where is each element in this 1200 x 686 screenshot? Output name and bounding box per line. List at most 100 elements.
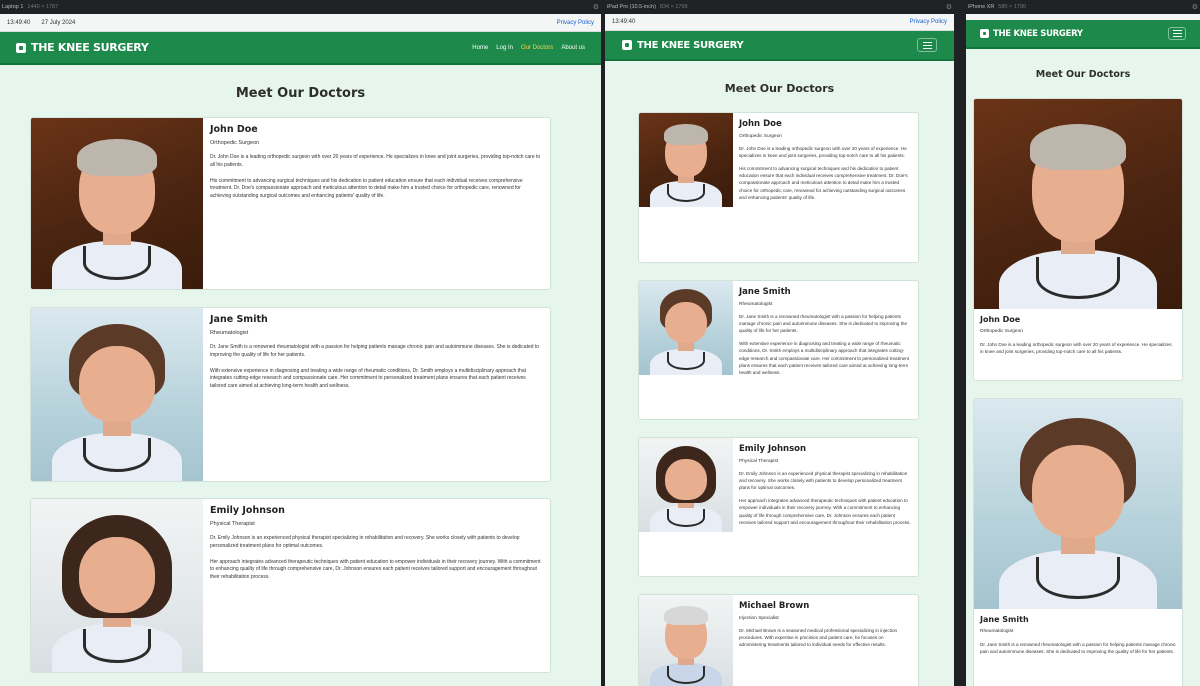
hamburger-menu-icon[interactable]	[917, 38, 937, 52]
doctor-photo	[974, 99, 1182, 309]
privacy-policy-link[interactable]: Privacy Policy	[910, 19, 947, 25]
doctor-card-michael-brown: Michael Brown Injection Specialist Dr. M…	[638, 594, 919, 686]
doctor-bio-detail: With extensive experience in diagnosing …	[210, 367, 527, 390]
frame-label: iPad Pro (10.5-inch) 834 × 1799 ⚙	[605, 0, 954, 14]
doctor-photo	[639, 113, 733, 207]
doctor-bio-detail: His commitment to advancing surgical tec…	[210, 177, 523, 200]
doctor-bio-intro: Dr. Jane Smith is a renowned rheumatolog…	[210, 344, 540, 358]
knee-logo-icon	[980, 29, 989, 38]
doctor-info: Jane Smith Rheumatologist Dr. Jane Smith…	[974, 609, 1182, 661]
doctor-photo	[639, 595, 733, 686]
doctor-bio-intro: Dr. Michael Brown is a seasoned medical …	[739, 628, 898, 648]
brand-name: THE KNEE SURGERY	[993, 28, 1083, 39]
doctor-bio-intro: Dr. Jane Smith is a renowned rheumatolog…	[980, 642, 1176, 655]
main-navbar: THE KNEE SURGERY Home Log In Our Doctors…	[0, 32, 601, 65]
doctor-card-emily-johnson: Emily Johnson Physical Therapist Dr. Emi…	[30, 498, 551, 673]
brand-logo[interactable]: THE KNEE SURGERY	[622, 39, 744, 51]
brand-name: THE KNEE SURGERY	[31, 41, 149, 54]
doctor-info: Michael Brown Injection Specialist Dr. M…	[733, 595, 918, 686]
frame-label: Laptop 1 1440 × 1787 ⚙	[0, 0, 601, 14]
doctor-card-jane-smith: Jane Smith Rheumatologist Dr. Jane Smith…	[30, 307, 551, 482]
frame-size: 1440 × 1787	[27, 4, 59, 10]
doctor-info: Jane Smith Rheumatologist Dr. Jane Smith…	[733, 281, 918, 419]
doctor-bio-detail: With extensive experience in diagnosing …	[739, 341, 910, 375]
page-title: Meet Our Doctors	[724, 82, 835, 95]
doctor-card-john-doe: John Doe Orthopedic Surgeon Dr. John Doe…	[973, 98, 1183, 381]
doctor-specialty: Rheumatologist	[210, 330, 249, 336]
doctor-photo	[974, 399, 1182, 609]
doctor-specialty: Rheumatologist	[739, 302, 773, 307]
main-navbar: THE KNEE SURGERY	[605, 31, 954, 61]
doctor-card-john-doe: John Doe Orthopedic Surgeon Dr. John Doe…	[30, 117, 551, 290]
doctor-bio-detail: Her approach integrates advanced therape…	[739, 498, 911, 525]
doctor-bio-intro: Dr. Emily Johnson is an experienced phys…	[739, 471, 908, 491]
doctor-specialty: Physical Therapist	[210, 521, 255, 527]
nav-login[interactable]: Log In	[496, 45, 513, 51]
doctor-info: John Doe Orthopedic Surgeon Dr. John Doe…	[203, 118, 550, 289]
doctor-specialty: Orthopedic Surgeon	[980, 329, 1023, 334]
doctor-name: Jane Smith	[210, 314, 268, 325]
laptop-frame: Laptop 1 1440 × 1787 ⚙ 13:49:40 27 July …	[0, 0, 601, 686]
doctor-photo	[639, 281, 733, 375]
doctor-photo	[31, 308, 203, 481]
brand-logo[interactable]: THE KNEE SURGERY	[16, 41, 149, 54]
clock-time: 13:49:40	[612, 19, 636, 25]
doctor-info: Jane Smith Rheumatologist Dr. Jane Smith…	[203, 308, 550, 481]
tablet-frame: iPad Pro (10.5-inch) 834 × 1799 ⚙ 13:49:…	[605, 0, 954, 686]
phone-screen: THE KNEE SURGERY Meet Our Doctors John D…	[966, 14, 1200, 686]
doctor-bio-intro: Dr. Emily Johnson is an experienced phys…	[210, 535, 520, 549]
knee-logo-icon	[622, 40, 632, 50]
nav-our-doctors[interactable]: Our Doctors	[521, 45, 553, 51]
frame-name: iPhone XR	[968, 4, 995, 10]
frame-name: iPad Pro (10.5-inch)	[607, 4, 656, 10]
doctor-specialty: Injection Specialist	[739, 616, 779, 621]
nav-about-us[interactable]: About us	[561, 45, 585, 51]
current-date: 27 July 2024	[41, 19, 76, 26]
doctor-info: John Doe Orthopedic Surgeon Dr. John Doe…	[733, 113, 918, 262]
doctor-name: Jane Smith	[980, 615, 1029, 624]
clock-time: 13:49:40	[7, 19, 31, 26]
doctor-name: Michael Brown	[739, 601, 810, 611]
doctor-bio-detail: His commitment to advancing surgical tec…	[739, 166, 908, 200]
nav-home[interactable]: Home	[472, 45, 488, 51]
frame-size: 580 × 1790	[998, 4, 1026, 10]
knee-logo-icon	[16, 42, 26, 53]
doctor-specialty: Physical Therapist	[739, 459, 779, 464]
doctor-card-jane-smith: Jane Smith Rheumatologist Dr. Jane Smith…	[638, 280, 919, 420]
doctor-bio-intro: Dr. Jane Smith is a renowned rheumatolog…	[739, 314, 908, 334]
doctor-info: John Doe Orthopedic Surgeon Dr. John Doe…	[974, 309, 1182, 361]
top-info-bar: 13:49:40 Privacy Policy	[605, 14, 954, 31]
doctor-info: Emily Johnson Physical Therapist Dr. Emi…	[203, 499, 550, 672]
doctor-name: Jane Smith	[739, 287, 791, 297]
doctor-card-emily-johnson: Emily Johnson Physical Therapist Dr. Emi…	[638, 437, 919, 577]
brand-name: THE KNEE SURGERY	[637, 39, 744, 51]
nav-links: Home Log In Our Doctors About us	[472, 45, 585, 51]
privacy-policy-link[interactable]: Privacy Policy	[557, 20, 594, 26]
phone-frame: iPhone XR 580 × 1790 ⚙ THE KNEE SURGERY …	[966, 0, 1200, 686]
brand-logo[interactable]: THE KNEE SURGERY	[980, 29, 1083, 39]
gear-icon[interactable]: ⚙	[946, 3, 952, 11]
main-navbar: THE KNEE SURGERY	[966, 20, 1200, 49]
doctor-card-john-doe: John Doe Orthopedic Surgeon Dr. John Doe…	[638, 112, 919, 263]
doctor-name: Emily Johnson	[739, 444, 807, 454]
hamburger-menu-icon[interactable]	[1168, 27, 1186, 40]
doctor-specialty: Orthopedic Surgeon	[739, 134, 782, 139]
doctor-photo	[639, 438, 733, 532]
doctor-name: John Doe	[210, 124, 258, 135]
page-title: Meet Our Doctors	[235, 86, 366, 101]
doctor-bio-intro: Dr. John Doe is a leading orthopedic sur…	[739, 146, 907, 159]
doctor-bio-detail: Her approach integrates advanced therape…	[210, 558, 541, 581]
doctor-name: John Doe	[739, 119, 782, 129]
gear-icon[interactable]: ⚙	[593, 3, 599, 11]
doctor-photo	[31, 118, 203, 289]
doctor-specialty: Orthopedic Surgeon	[210, 140, 260, 146]
top-info-bar: 13:49:40 27 July 2024 Privacy Policy	[0, 14, 601, 32]
gear-icon[interactable]: ⚙	[1192, 3, 1198, 11]
frame-size: 834 × 1799	[659, 4, 688, 10]
page-title: Meet Our Doctors	[1035, 69, 1131, 80]
frame-label: iPhone XR 580 × 1790 ⚙	[966, 0, 1200, 14]
doctor-info: Emily Johnson Physical Therapist Dr. Emi…	[733, 438, 918, 576]
tablet-screen: 13:49:40 Privacy Policy THE KNEE SURGERY…	[605, 14, 954, 686]
doctor-name: John Doe	[980, 315, 1021, 324]
doctor-card-jane-smith: Jane Smith Rheumatologist Dr. Jane Smith…	[973, 398, 1183, 686]
